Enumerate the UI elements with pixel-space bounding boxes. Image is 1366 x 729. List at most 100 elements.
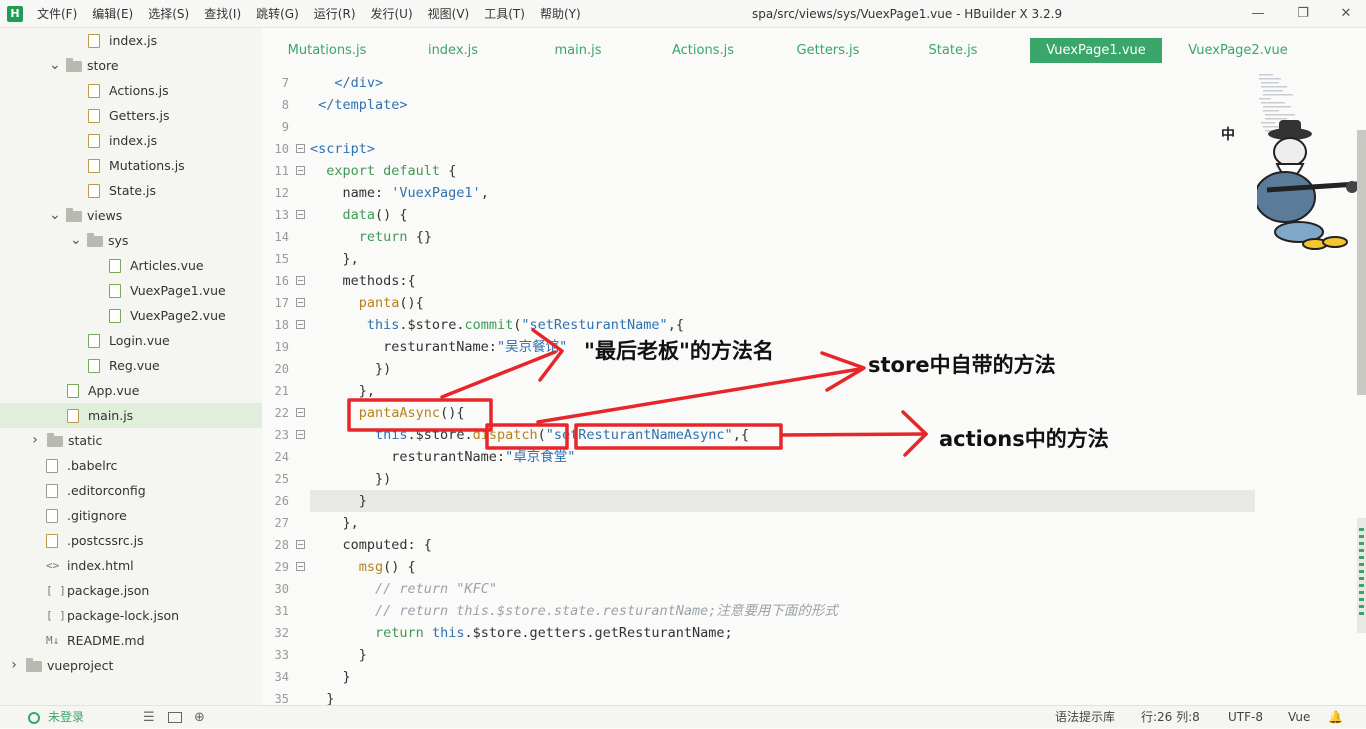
tab-vuexpage1-vue[interactable]: VuexPage1.vue [1030, 38, 1162, 63]
minimap[interactable]: ♫ [1205, 72, 1366, 705]
tab-actions-js[interactable]: Actions.js [658, 38, 748, 63]
list-icon[interactable]: ☰ [143, 706, 155, 729]
language-selector[interactable]: Vue [1288, 706, 1310, 729]
menu-item[interactable]: 帮助(Y) [540, 0, 581, 28]
login-status[interactable]: 未登录 [48, 706, 84, 729]
menu-item[interactable]: 发行(U) [371, 0, 413, 28]
tree-item[interactable]: › static [0, 428, 262, 453]
tree-item[interactable]: .babelrc [0, 453, 262, 478]
chevron-down-icon[interactable]: ⌄ [70, 228, 82, 253]
menu-item[interactable]: 选择(S) [148, 0, 189, 28]
bell-icon[interactable]: 🔔 [1328, 706, 1343, 729]
tree-item[interactable]: ⌄ views [0, 203, 262, 228]
chevron-down-icon[interactable]: ⌄ [49, 53, 61, 78]
code-line[interactable]: this.$store.dispatch("setResturantNameAs… [310, 424, 1255, 446]
chevron-right-icon[interactable]: › [9, 653, 19, 678]
tree-item[interactable]: index.js [0, 128, 262, 153]
tree-item[interactable]: index.js [0, 28, 262, 53]
tree-item[interactable]: › vueproject [0, 653, 262, 678]
fold-toggle-icon[interactable]: − [296, 562, 305, 571]
code-line[interactable]: resturantName:"卓京食堂" [310, 446, 1255, 468]
tree-item[interactable]: Articles.vue [0, 253, 262, 278]
cursor-position[interactable]: 行:26 列:8 [1141, 706, 1200, 729]
code-line[interactable]: } [310, 688, 1255, 705]
menu-item[interactable]: 工具(T) [484, 0, 525, 28]
fold-toggle-icon[interactable]: − [296, 320, 305, 329]
tree-item[interactable]: VuexPage2.vue [0, 303, 262, 328]
code-line[interactable] [310, 116, 1255, 138]
vertical-scrollbar[interactable] [1357, 130, 1366, 395]
tab-index-js[interactable]: index.js [408, 38, 498, 63]
code-line[interactable]: }, [310, 380, 1255, 402]
tree-item[interactable]: VuexPage1.vue [0, 278, 262, 303]
tree-item[interactable]: .editorconfig [0, 478, 262, 503]
tree-item[interactable]: <> index.html [0, 553, 262, 578]
encoding-selector[interactable]: UTF-8 [1228, 706, 1263, 729]
code-line[interactable]: } [310, 666, 1255, 688]
code-line[interactable]: </template> [310, 94, 1255, 116]
code-line[interactable]: }) [310, 468, 1255, 490]
tab-getters-js[interactable]: Getters.js [783, 38, 873, 63]
code-line[interactable]: export default { [310, 160, 1255, 182]
minimize-button[interactable]: — [1238, 0, 1278, 28]
tree-item[interactable]: [ ] package.json [0, 578, 262, 603]
code-line[interactable]: // return this.$store.state.resturantNam… [310, 600, 1255, 622]
code-line[interactable]: msg() { [310, 556, 1255, 578]
tab-mutations-js[interactable]: Mutations.js [277, 38, 377, 63]
close-button[interactable]: ✕ [1326, 0, 1366, 28]
code-line[interactable]: <script> [310, 138, 1255, 160]
tab-vuexpage2-vue[interactable]: VuexPage2.vue [1168, 38, 1308, 63]
menu-item[interactable]: 视图(V) [428, 0, 470, 28]
tree-item[interactable]: App.vue [0, 378, 262, 403]
code-line[interactable]: // return "KFC" [310, 578, 1255, 600]
tree-item[interactable]: Actions.js [0, 78, 262, 103]
fold-toggle-icon[interactable]: − [296, 430, 305, 439]
code-line[interactable]: return {} [310, 226, 1255, 248]
menu-item[interactable]: 查找(I) [204, 0, 241, 28]
fold-toggle-icon[interactable]: − [296, 166, 305, 175]
code-line[interactable]: }, [310, 512, 1255, 534]
code-line[interactable]: </div> [310, 72, 1255, 94]
code-line[interactable]: }, [310, 248, 1255, 270]
code-line[interactable]: return this.$store.getters.getResturantN… [310, 622, 1255, 644]
chevron-right-icon[interactable]: › [30, 428, 40, 453]
maximize-button[interactable]: ❐ [1283, 0, 1323, 28]
tree-item[interactable]: ⌄ store [0, 53, 262, 78]
code-editor[interactable]: 7 </div> 8 </template> 9 10− <script> 11− exp… [263, 72, 1257, 705]
fold-toggle-icon[interactable]: − [296, 144, 305, 153]
code-line[interactable]: panta(){ [310, 292, 1255, 314]
tree-item[interactable]: .gitignore [0, 503, 262, 528]
code-line[interactable]: name: 'VuexPage1', [310, 182, 1255, 204]
tree-item[interactable]: M↓ README.md [0, 628, 262, 653]
code-line[interactable]: computed: { [310, 534, 1255, 556]
code-line[interactable]: resturantName:"吴京餐馆" [310, 336, 1255, 358]
menu-item[interactable]: 文件(F) [37, 0, 77, 28]
fold-toggle-icon[interactable]: − [296, 298, 305, 307]
code-line[interactable]: methods:{ [310, 270, 1255, 292]
tree-item[interactable]: Mutations.js [0, 153, 262, 178]
code-line[interactable]: this.$store.commit("setResturantName",{ [310, 314, 1255, 336]
tree-item[interactable]: .postcssrc.js [0, 528, 262, 553]
fold-toggle-icon[interactable]: − [296, 276, 305, 285]
syntax-hint-button[interactable]: 语法提示库 [1055, 706, 1115, 729]
chevron-down-icon[interactable]: ⌄ [49, 203, 61, 228]
menu-item[interactable]: 编辑(E) [92, 0, 133, 28]
menu-item[interactable]: 跳转(G) [256, 0, 299, 28]
fold-toggle-icon[interactable]: − [296, 540, 305, 549]
tree-item[interactable]: ⌄ sys [0, 228, 262, 253]
tree-item[interactable]: [ ] package-lock.json [0, 603, 262, 628]
tab-main-js[interactable]: main.js [533, 38, 623, 63]
tree-item[interactable]: Reg.vue [0, 353, 262, 378]
tree-item[interactable]: main.js [0, 403, 262, 428]
code-line[interactable]: } [310, 644, 1255, 666]
menu-item[interactable]: 运行(R) [314, 0, 356, 28]
fold-toggle-icon[interactable]: − [296, 408, 305, 417]
tree-item[interactable]: Login.vue [0, 328, 262, 353]
code-line[interactable]: } [310, 490, 1255, 512]
tab-state-js[interactable]: State.js [908, 38, 998, 63]
fold-toggle-icon[interactable]: − [296, 210, 305, 219]
code-line[interactable]: }) [310, 358, 1255, 380]
tree-item[interactable]: State.js [0, 178, 262, 203]
globe-icon[interactable]: ⊕ [194, 706, 205, 729]
code-line[interactable]: data() { [310, 204, 1255, 226]
